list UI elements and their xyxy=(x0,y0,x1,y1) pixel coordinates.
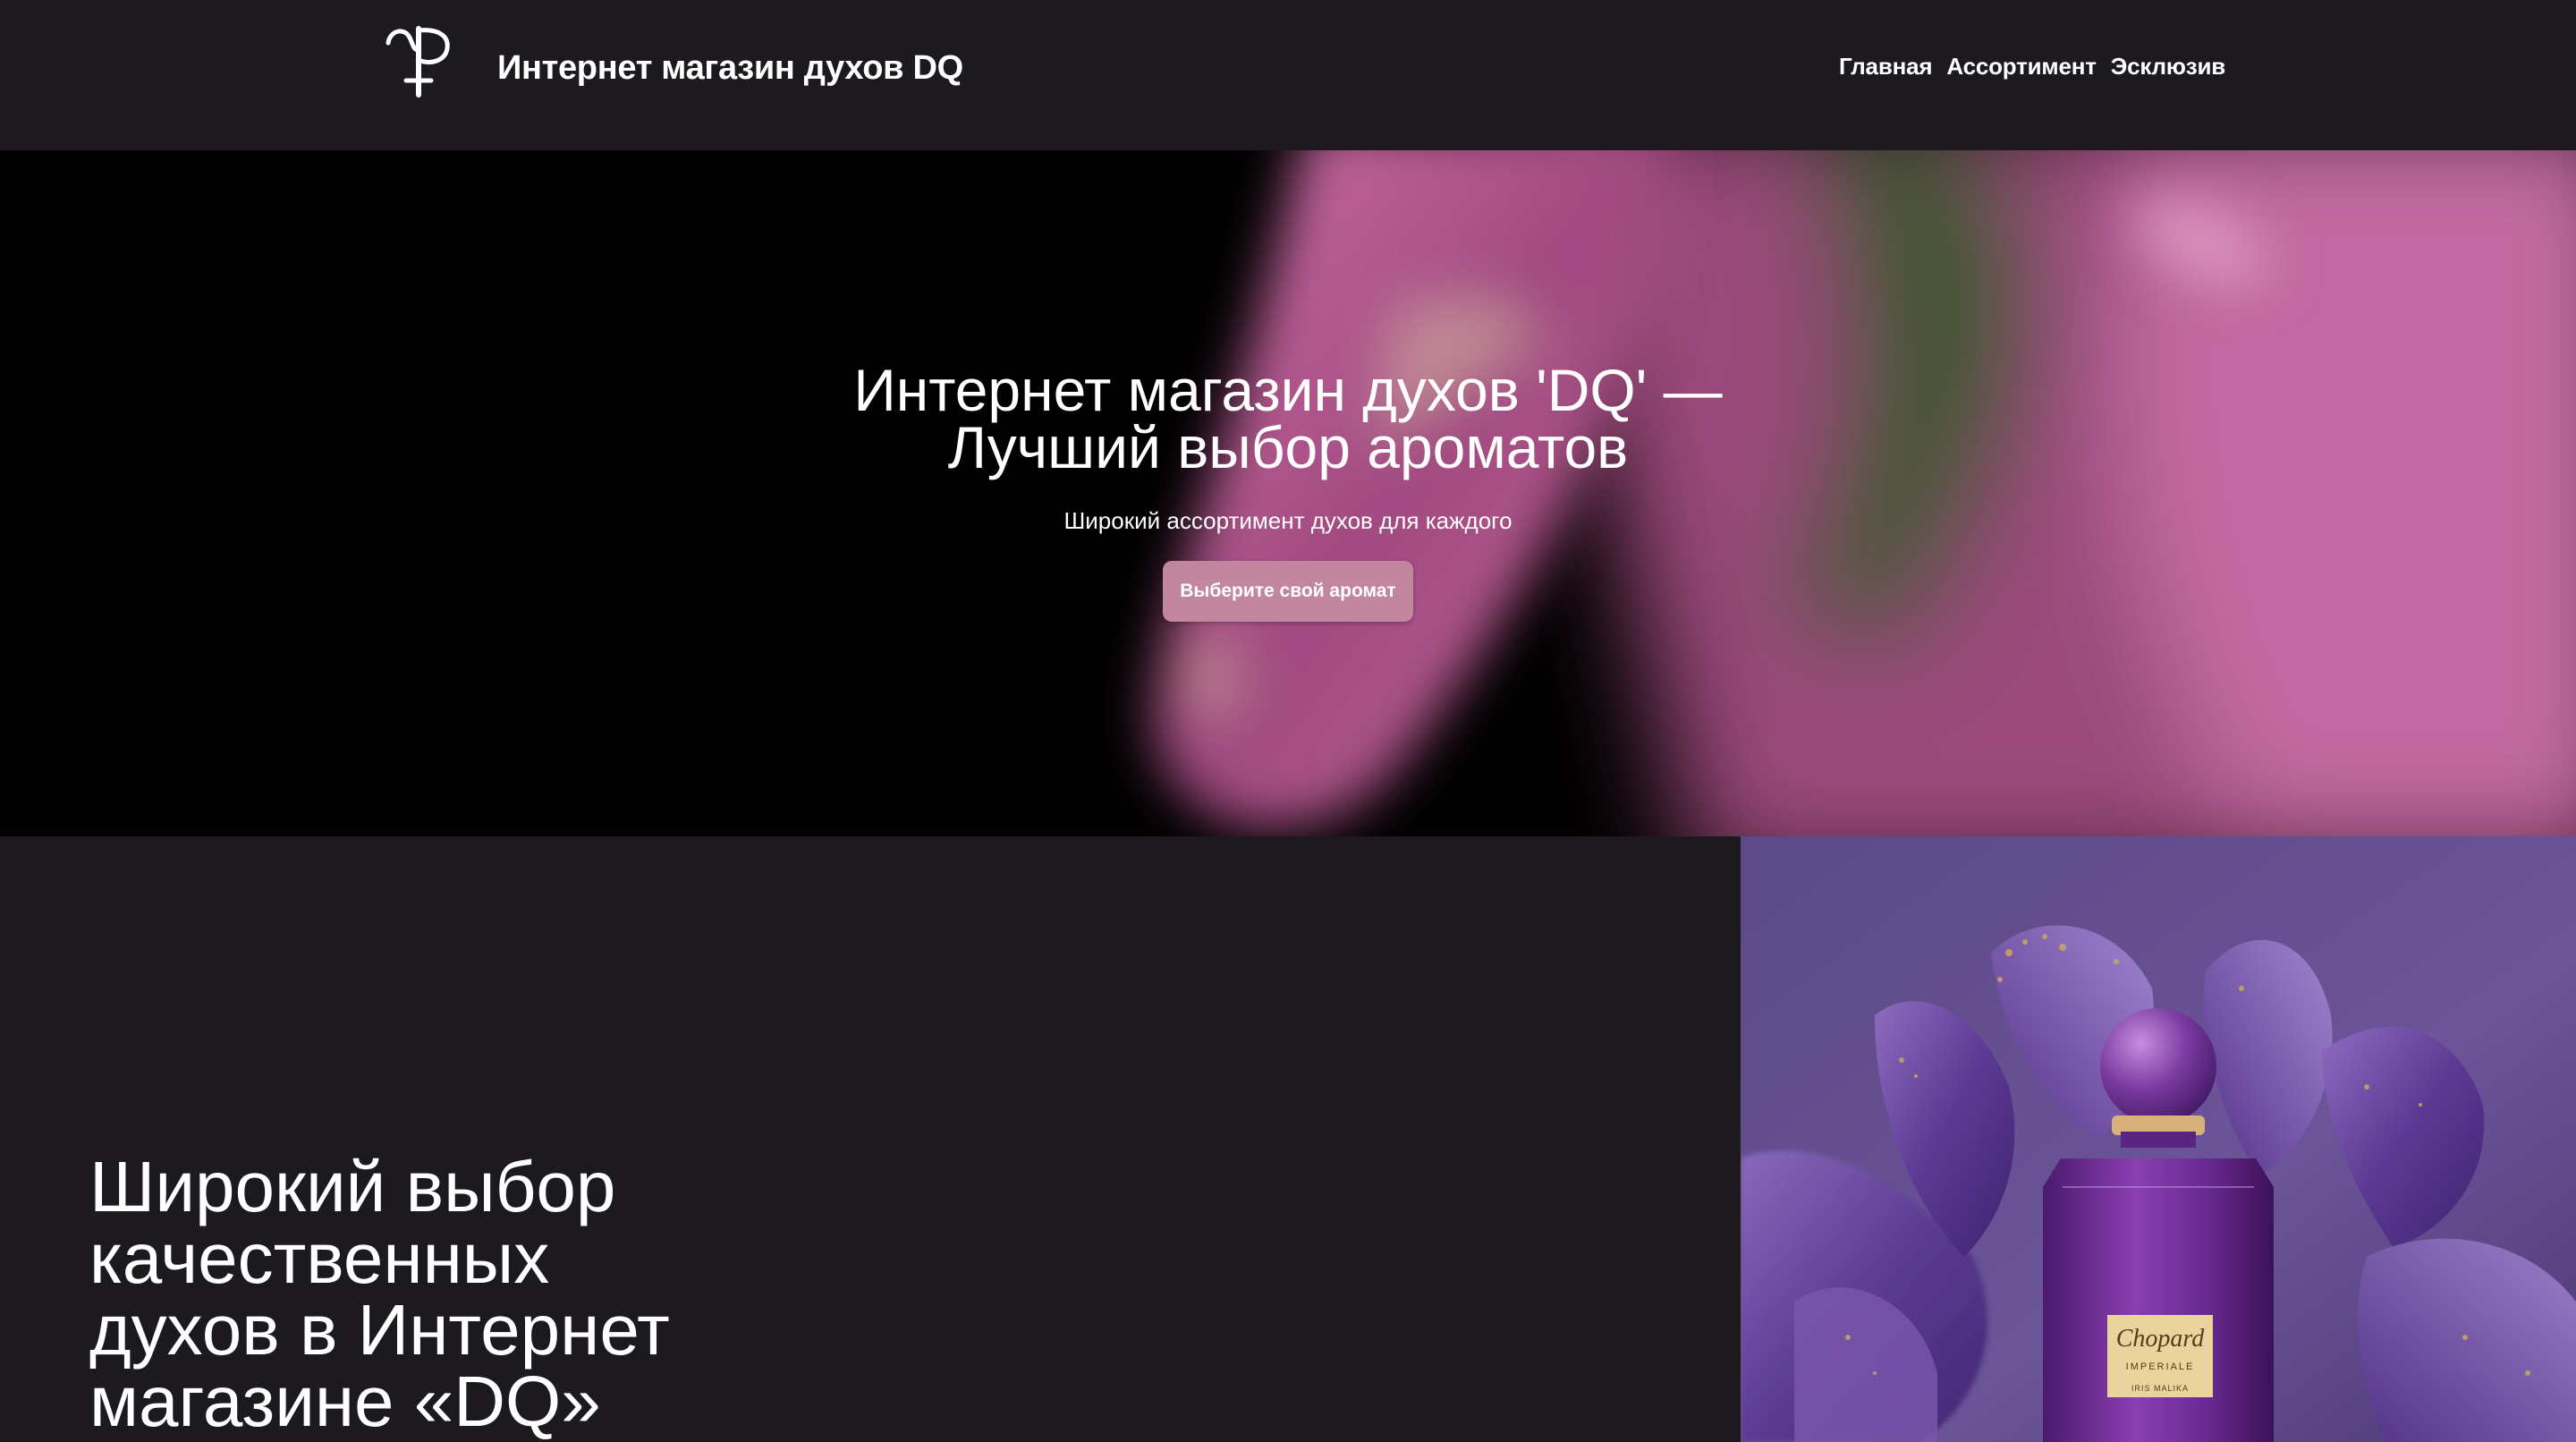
feature-heading-line-4: магазине «DQ» xyxy=(89,1361,601,1441)
hero-background-image xyxy=(0,150,2576,836)
bottle-label-brand: Chopard xyxy=(2116,1325,2206,1353)
nav-link-home[interactable]: Главная xyxy=(1839,49,1933,83)
nav-link-assortment[interactable]: Ассортимент xyxy=(1946,49,2097,83)
logo-monogram-icon[interactable] xyxy=(383,23,454,98)
feature-section: Широкий выбор качественных духов в Интер… xyxy=(0,836,2576,1442)
main-nav: Главная Ассортимент Эсклюзив xyxy=(1839,49,2225,83)
nav-link-exclusive[interactable]: Эсклюзив xyxy=(2111,49,2226,83)
feature-heading-line-3: духов в Интернет xyxy=(89,1290,670,1370)
hero-title: Интернет магазин духов 'DQ' — Лучший выб… xyxy=(0,360,2576,477)
hero-title-line-2: Лучший выбор ароматов xyxy=(947,414,1629,480)
hero-title-line-1: Интернет магазин духов 'DQ' — xyxy=(853,357,1723,423)
site-header: Интернет магазин духов DQ Главная Ассорт… xyxy=(0,0,2576,150)
feature-heading-line-2: качественных xyxy=(89,1218,550,1298)
hero-subtitle: Широкий ассортимент духов для каждого xyxy=(1063,507,1513,534)
bottle-label-name: IRIS MALIKA xyxy=(2131,1384,2189,1393)
feature-heading: Широкий выбор качественных духов в Интер… xyxy=(89,1151,894,1438)
bottle-label-line: IMPERIALE xyxy=(2126,1361,2195,1372)
hero-section: Интернет магазин духов 'DQ' — Лучший выб… xyxy=(0,150,2576,836)
perfume-illustration: Chopard IMPERIALE IRIS MALIKA xyxy=(1741,836,2576,1442)
site-title[interactable]: Интернет магазин духов DQ xyxy=(497,45,963,91)
perfume-product-image: Chopard IMPERIALE IRIS MALIKA xyxy=(1741,836,2576,1442)
choose-fragrance-button[interactable]: Выберите свой аромат xyxy=(1163,561,1413,622)
feature-heading-line-1: Широкий выбор xyxy=(89,1147,616,1226)
